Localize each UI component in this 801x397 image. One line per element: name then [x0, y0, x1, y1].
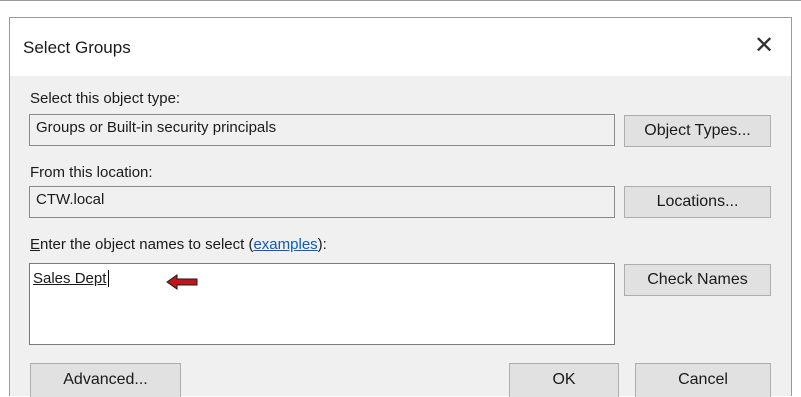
object-names-text: Sales Dept	[33, 270, 110, 287]
object-type-label: Select this object type:	[30, 90, 181, 107]
object-names-label-close: ):	[317, 236, 327, 253]
location-label: From this location:	[30, 164, 153, 181]
accelerator-key: E	[30, 236, 41, 253]
check-names-button[interactable]: Check Names	[624, 264, 771, 296]
ok-button[interactable]: OK	[509, 363, 619, 397]
close-icon[interactable]: ✕	[751, 33, 777, 59]
object-names-label-text: nter the object names to select (	[40, 236, 254, 253]
object-names-label: Enter the object names to select (exampl…	[30, 236, 327, 253]
object-names-input[interactable]: Sales Dept	[29, 263, 615, 345]
top-divider	[0, 0, 801, 1]
select-groups-dialog: Select Groups ✕ Select this object type:…	[9, 17, 792, 397]
object-types-button[interactable]: Object Types...	[624, 115, 771, 147]
advanced-button[interactable]: Advanced...	[30, 363, 181, 397]
examples-link[interactable]: examples	[253, 236, 317, 253]
cancel-button[interactable]: Cancel	[635, 363, 771, 397]
left-arrow-icon	[166, 274, 198, 290]
title-bar: Select Groups ✕	[10, 18, 791, 76]
locations-button[interactable]: Locations...	[624, 186, 771, 218]
location-field: CTW.local	[29, 186, 615, 218]
object-type-field: Groups or Built-in security principals	[29, 114, 615, 146]
dialog-title: Select Groups	[23, 38, 131, 57]
